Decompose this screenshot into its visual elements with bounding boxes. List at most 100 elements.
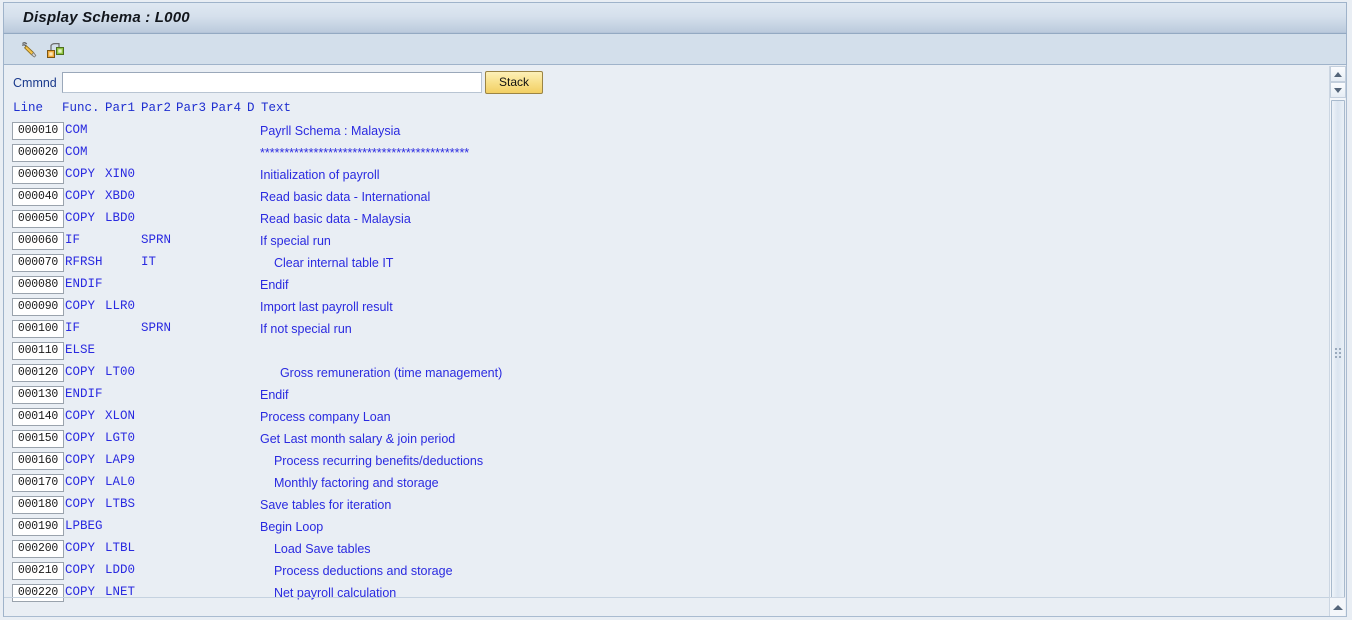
vertical-scrollbar[interactable] <box>1329 66 1346 616</box>
par2-cell: SPRN <box>141 321 172 335</box>
command-label: Cmmnd <box>13 76 57 90</box>
table-row[interactable]: 000140 COPY XLON Process company Loan <box>4 407 1304 429</box>
par1-cell: XIN0 <box>105 167 136 181</box>
sap-display-schema-window: Display Schema : L000 © www.tutorialkart… <box>0 0 1352 620</box>
text-cell: Save tables for iteration <box>260 498 392 512</box>
table-row[interactable]: 000170 COPY LAL0 Monthly factoring and sto… <box>4 473 1304 495</box>
line-number: 000050 <box>12 210 64 228</box>
column-header-row: Line Func. Par1 Par2 Par3 Par4 D Text <box>4 101 1304 119</box>
stack-button[interactable]: Stack <box>485 71 543 94</box>
line-number: 000170 <box>12 474 64 492</box>
table-row[interactable]: 000180 COPY LTBS Save tables for iteration <box>4 495 1304 517</box>
column-header-text: Text <box>261 101 292 115</box>
text-cell: Begin Loop <box>260 520 324 534</box>
command-bar: Cmmnd Stack <box>4 71 1314 97</box>
line-number: 000110 <box>12 342 64 360</box>
text-cell: Process deductions and storage <box>267 564 453 578</box>
column-header-par1: Par1 <box>105 101 136 115</box>
page-title: Display Schema : L000 <box>23 9 190 26</box>
text-cell: Endif <box>260 388 289 402</box>
text-cell: ****************************************… <box>260 146 470 160</box>
text-cell: Get Last month salary & join period <box>260 432 456 446</box>
line-number: 000080 <box>12 276 64 294</box>
table-row[interactable]: 000080 ENDIF Endif <box>4 275 1304 297</box>
function-cell: COPY <box>65 167 96 181</box>
table-row[interactable]: 000060 IF SPRN If special run <box>4 231 1304 253</box>
line-number: 000010 <box>12 122 64 140</box>
table-row[interactable]: 000050 COPY LBD0 Read basic data - Malaysia <box>4 209 1304 231</box>
line-number: 000130 <box>12 386 64 404</box>
schema-line-list: 000010 COM Payrll Schema : Malaysia 000020 C… <box>4 121 1304 602</box>
table-row[interactable]: 000090 COPY LLR0 Import last payroll result <box>4 297 1304 319</box>
line-number: 000200 <box>12 540 64 558</box>
table-row[interactable]: 000210 COPY LDD0 Process deductions and st… <box>4 561 1304 583</box>
table-row[interactable]: 000220 COPY LNET Net payroll calculation <box>4 583 1304 605</box>
table-row[interactable]: 000040 COPY XBD0 Read basic data - Internat… <box>4 187 1304 209</box>
par2-cell: SPRN <box>141 233 172 247</box>
text-cell: Monthly factoring and storage <box>267 476 439 490</box>
function-cell: COM <box>65 123 88 137</box>
table-row[interactable]: 000130 ENDIF Endif <box>4 385 1304 407</box>
par1-cell: LTBL <box>105 541 136 555</box>
text-cell: Payrll Schema : Malaysia <box>260 124 401 138</box>
vertical-scrollbar-thumb[interactable] <box>1331 100 1345 608</box>
scroll-left-arrow-icon <box>1333 605 1343 610</box>
text-cell: Import last payroll result <box>260 300 393 314</box>
text-cell: Gross remuneration (time management) <box>273 366 503 380</box>
par1-cell: XLON <box>105 409 136 423</box>
line-number: 000030 <box>12 166 64 184</box>
table-row[interactable]: 000030 COPY XIN0 Initialization of payroll <box>4 165 1304 187</box>
line-number: 000220 <box>12 584 64 602</box>
function-cell: COPY <box>65 541 96 555</box>
function-cell: COPY <box>65 563 96 577</box>
table-row[interactable]: 000110 ELSE <box>4 341 1304 363</box>
column-header-par4: Par4 <box>211 101 242 115</box>
line-number: 000090 <box>12 298 64 316</box>
horizontal-scroll-button[interactable] <box>1329 597 1345 615</box>
function-cell: COPY <box>65 409 96 423</box>
column-header-par3: Par3 <box>176 101 207 115</box>
application-toolbar: © www.tutorialkart.com <box>3 34 1347 97</box>
column-header-par2: Par2 <box>141 101 172 115</box>
table-row[interactable]: 000010 COM Payrll Schema : Malaysia <box>4 121 1304 143</box>
function-cell: COPY <box>65 475 96 489</box>
function-cell: COPY <box>65 299 96 313</box>
text-cell: Process recurring benefits/deductions <box>267 454 484 468</box>
line-number: 000060 <box>12 232 64 250</box>
line-number: 000070 <box>12 254 64 272</box>
par1-cell: LAL0 <box>105 475 136 489</box>
command-input[interactable] <box>62 72 482 93</box>
table-row[interactable]: 000120 COPY LT00 Gross remuneration (time … <box>4 363 1304 385</box>
text-cell: If special run <box>260 234 331 248</box>
text-cell: Read basic data - Malaysia <box>260 212 411 226</box>
scroll-up-arrow-icon[interactable] <box>1330 66 1346 82</box>
table-row[interactable]: 000200 COPY LTBL Load Save tables <box>4 539 1304 561</box>
text-cell: If not special run <box>260 322 352 336</box>
table-row[interactable]: 000190 LPBEG Begin Loop <box>4 517 1304 539</box>
text-cell: Clear internal table IT <box>267 256 394 270</box>
column-header-func: Func. <box>62 101 100 115</box>
scroll-down-arrow-icon[interactable] <box>1330 82 1346 98</box>
line-number: 000020 <box>12 144 64 162</box>
par1-cell: LLR0 <box>105 299 136 313</box>
table-row[interactable]: 000150 COPY LGT0 Get Last month salary & jo… <box>4 429 1304 451</box>
line-number: 000190 <box>12 518 64 536</box>
par2-cell: IT <box>141 255 157 269</box>
column-header-line: Line <box>13 101 44 115</box>
schema-editor-area: Cmmnd Stack Line Func. Par1 Par2 Par3 Pa… <box>3 65 1347 617</box>
table-row[interactable]: 000070 RFRSH IT Clear internal table IT <box>4 253 1304 275</box>
line-number: 000040 <box>12 188 64 206</box>
par1-cell: LBD0 <box>105 211 136 225</box>
function-cell: COPY <box>65 497 96 511</box>
table-row[interactable]: 000020 COM *******************************… <box>4 143 1304 165</box>
table-row[interactable]: 000100 IF SPRN If not special run <box>4 319 1304 341</box>
line-number: 000140 <box>12 408 64 426</box>
table-row[interactable]: 000160 COPY LAP9 Process recurring benefit… <box>4 451 1304 473</box>
edit-schema-icon[interactable] <box>18 38 42 60</box>
par1-cell: LDD0 <box>105 563 136 577</box>
schema-structure-icon[interactable] <box>44 38 68 60</box>
line-number: 000210 <box>12 562 64 580</box>
scrollbar-grip-icon <box>1335 348 1343 358</box>
par1-cell: LGT0 <box>105 431 136 445</box>
line-number: 000100 <box>12 320 64 338</box>
